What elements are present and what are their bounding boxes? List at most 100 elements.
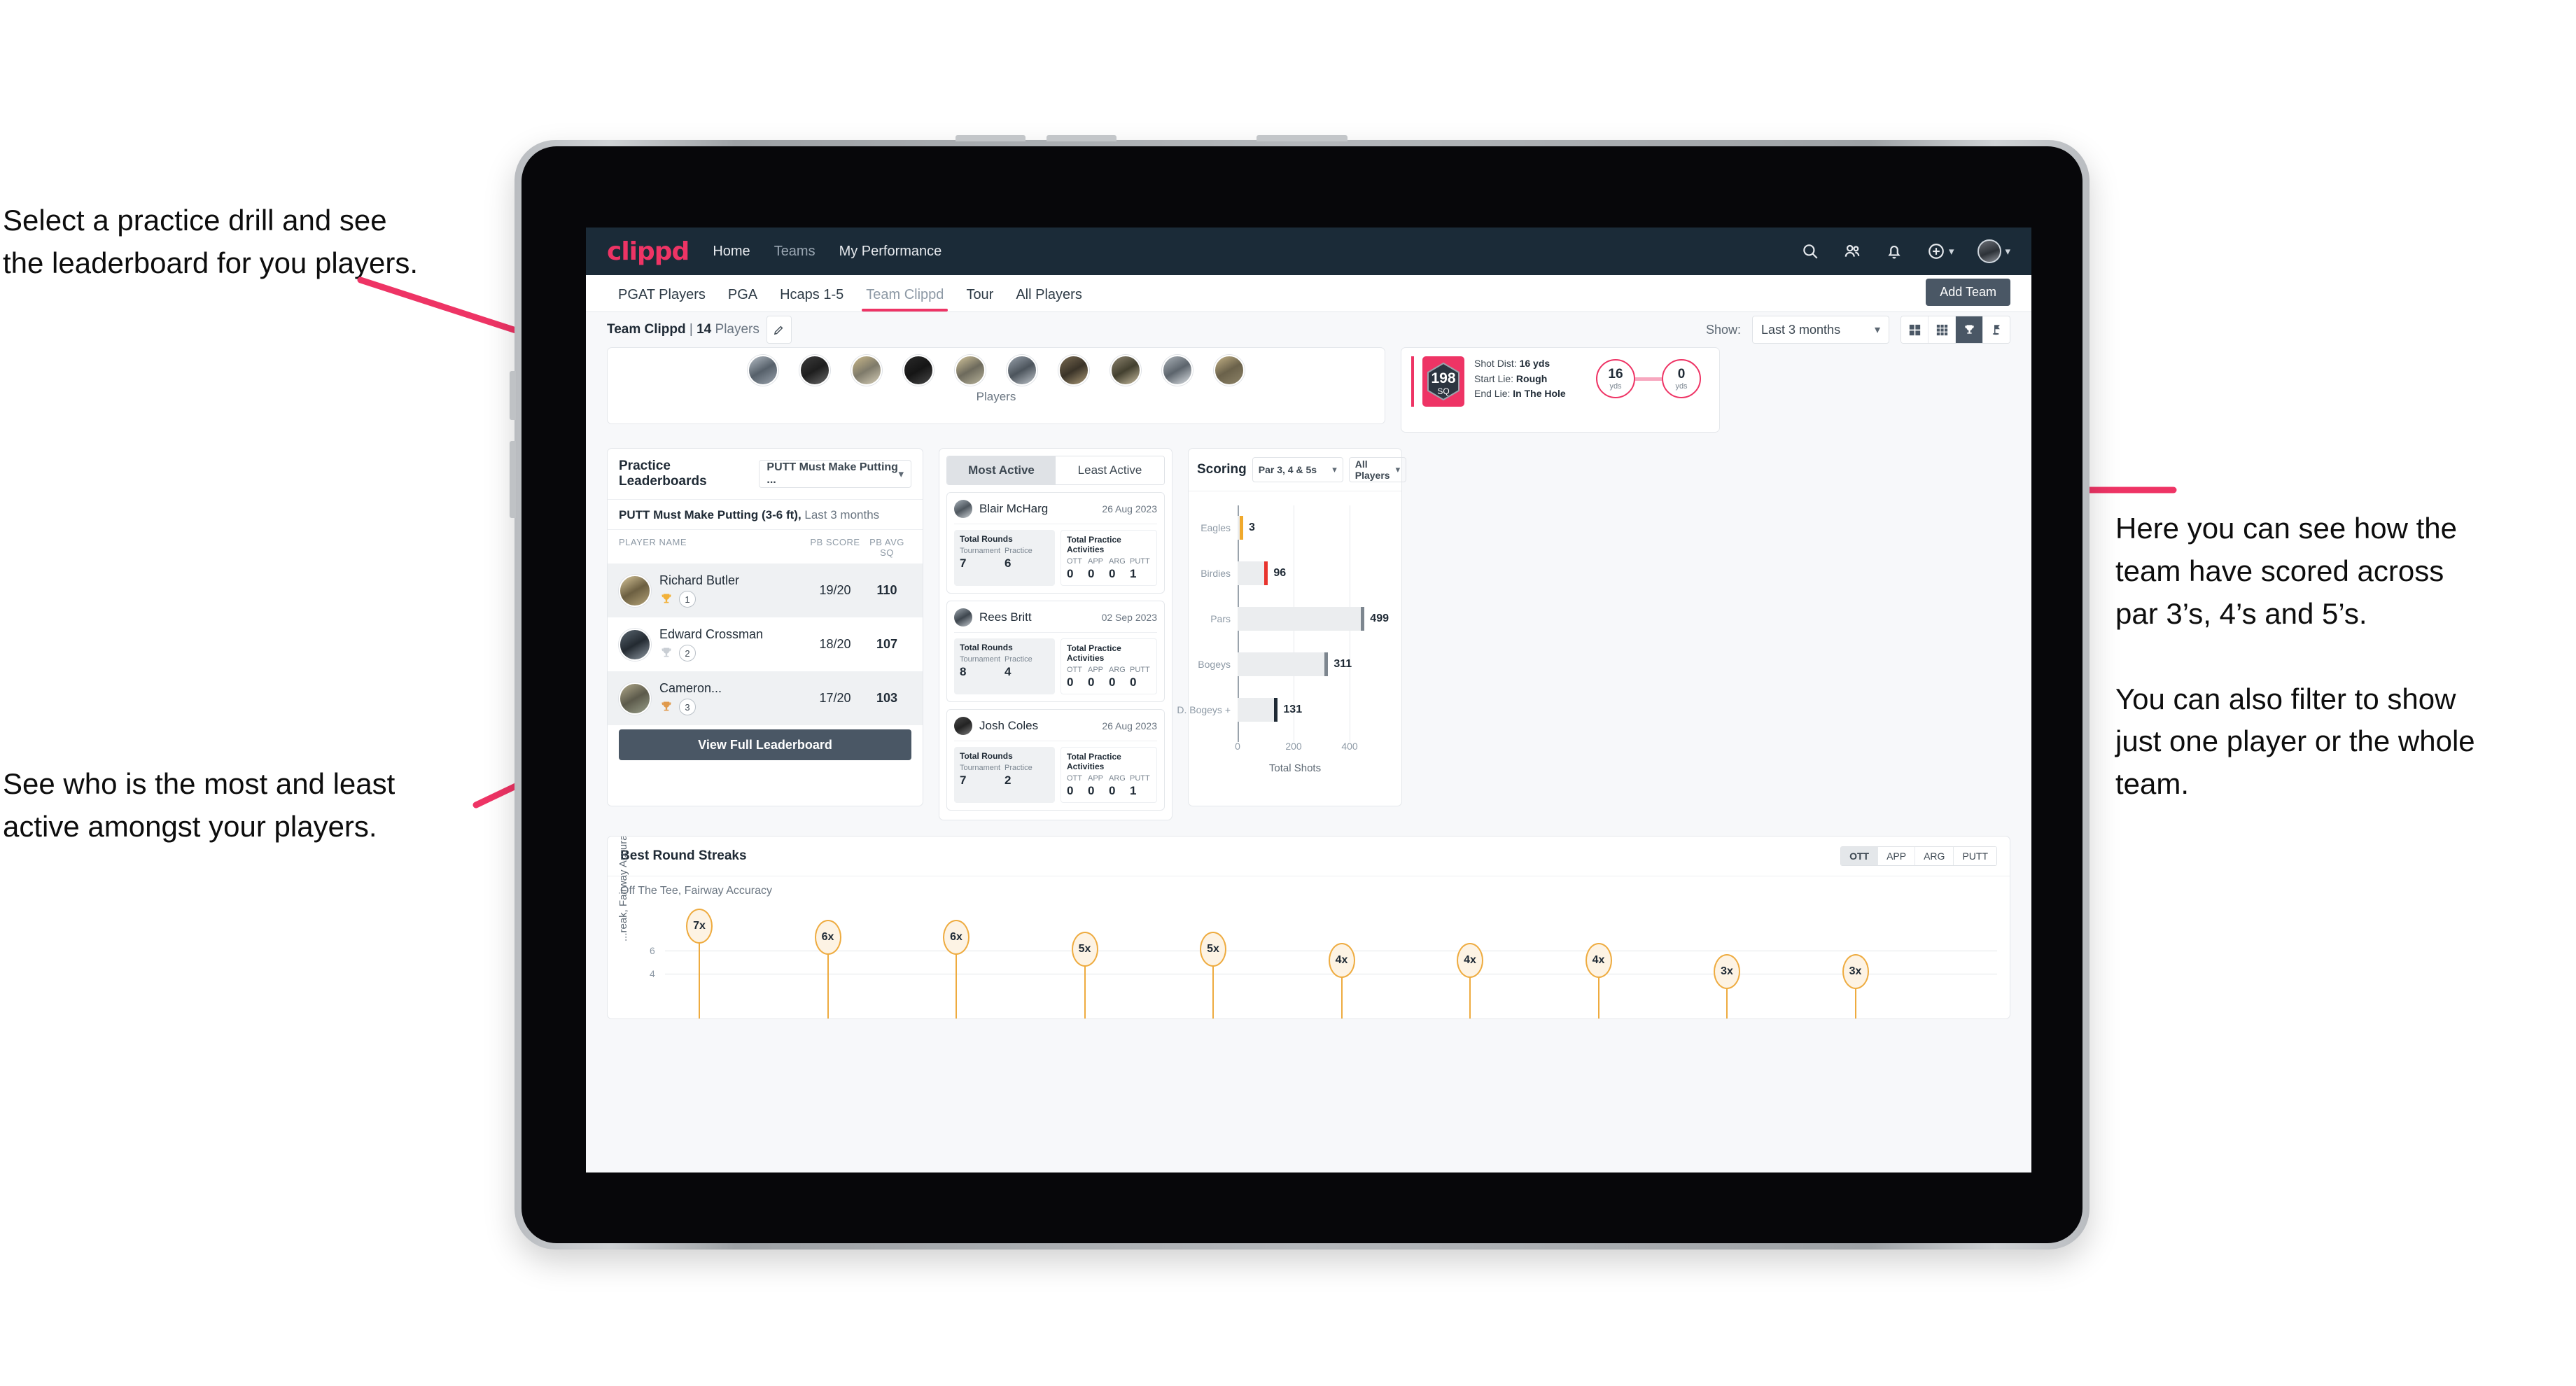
table-row[interactable]: Cameron... 3 17/20 103 [608, 671, 923, 725]
app-header: clippd Home Teams My Performance ▾ ▾ [586, 227, 2031, 275]
ott-label: OTT [1067, 774, 1082, 783]
drill-select[interactable]: PUTT Must Make Putting ... ▾ [759, 460, 911, 488]
practice-activities-title: Total Practice Activities [1067, 643, 1121, 663]
view-golf-flag-button[interactable] [1983, 316, 2010, 343]
player-avatar[interactable] [1007, 355, 1037, 386]
nav-teams[interactable]: Teams [774, 244, 816, 260]
side-button-2[interactable] [510, 441, 516, 518]
activity-player-card[interactable]: Blair McHarg 26 Aug 2023 Total Rounds To… [946, 492, 1165, 594]
bar-cap [1361, 607, 1365, 631]
player-avatar[interactable] [851, 355, 882, 386]
streak-point[interactable]: 6x [943, 920, 969, 955]
streak-point[interactable]: 5x [1071, 931, 1098, 967]
bar-value-label: 96 [1273, 567, 1287, 580]
people-icon[interactable] [1843, 242, 1861, 260]
streak-point[interactable]: 5x [1200, 931, 1226, 967]
putt-value: 1 [1130, 567, 1137, 580]
nav-home[interactable]: Home [713, 244, 750, 260]
streak-stem [1212, 962, 1214, 1018]
tab-least-active[interactable]: Least Active [1056, 456, 1164, 484]
tab-most-active[interactable]: Most Active [947, 456, 1056, 484]
streak-point[interactable]: 4x [1585, 942, 1612, 978]
player-avatar[interactable] [748, 355, 778, 386]
tab-pgat-players[interactable]: PGAT Players [607, 287, 717, 312]
bar-value-label: 131 [1283, 703, 1303, 715]
side-button-1[interactable] [510, 371, 516, 420]
bar-category-label: Pars [1210, 613, 1231, 624]
bell-icon[interactable] [1885, 242, 1903, 260]
activity-player-card[interactable]: Josh Coles 26 Aug 2023 Total Rounds Tour… [946, 709, 1165, 811]
edit-team-button[interactable] [766, 316, 792, 344]
bar-cap [1274, 697, 1278, 722]
clippd-logo[interactable]: clippd [607, 237, 690, 266]
date-range-select[interactable]: Last 3 months ▾ [1752, 316, 1889, 344]
power-button[interactable] [1256, 135, 1348, 141]
par-filter-select[interactable]: Par 3, 4 & 5s ▾ [1252, 457, 1343, 482]
app-screen: clippd Home Teams My Performance ▾ ▾ PGA… [586, 227, 2031, 1172]
search-icon[interactable] [1801, 242, 1819, 260]
tab-pga[interactable]: PGA [717, 287, 769, 312]
streak-tab-arg[interactable]: ARG [1915, 847, 1954, 865]
streak-point[interactable]: 3x [1842, 953, 1869, 989]
volume-button-1[interactable] [955, 135, 1026, 141]
tab-hcaps-1-5[interactable]: Hcaps 1-5 [769, 287, 855, 312]
streak-point[interactable]: 3x [1714, 953, 1740, 989]
plus-chevron-down-icon[interactable]: ▾ [1949, 245, 1954, 258]
team-separator: | [685, 322, 697, 337]
annotation-left-bottom: See who is the most and least active amo… [3, 767, 396, 843]
bar-category-label: Birdies [1200, 568, 1231, 580]
player-avatar[interactable] [1110, 355, 1141, 386]
streak-point[interactable]: 4x [1457, 942, 1483, 978]
table-row[interactable]: Edward Crossman 2 18/20 107 [608, 617, 923, 671]
distance-connector [1635, 377, 1662, 381]
practice-value: 2 [1004, 774, 1011, 787]
putt-label: PUTT [1130, 774, 1150, 783]
app-value: 0 [1088, 676, 1095, 689]
player-avatar[interactable] [1058, 355, 1089, 386]
table-row[interactable]: Richard Butler 1 19/20 110 [608, 564, 923, 617]
streak-stem [699, 939, 700, 1018]
practice-activities-title: Total Practice Activities [1067, 752, 1121, 771]
tournament-value: 8 [960, 665, 967, 678]
streak-tab-app[interactable]: APP [1878, 847, 1916, 865]
practice-activities-title: Total Practice Activities [1067, 535, 1121, 554]
pencil-icon [774, 326, 783, 335]
start-distance-value: 16 [1608, 366, 1623, 382]
add-team-button[interactable]: Add Team [1926, 279, 2010, 306]
section-tabs: PGAT Players PGA Hcaps 1-5 Team Clippd T… [586, 275, 2031, 312]
player-name: Blair McHarg [979, 502, 1049, 515]
player-avatar[interactable] [1214, 355, 1245, 386]
plus-circle-icon[interactable] [1927, 242, 1945, 260]
arg-label: ARG [1109, 774, 1126, 783]
chart-bar-row: Birdies 96 [1200, 561, 1389, 586]
view-full-leaderboard-button[interactable]: View Full Leaderboard [619, 729, 911, 760]
player-avatar[interactable] [955, 355, 986, 386]
tab-all-players[interactable]: All Players [1004, 287, 1093, 312]
nav-my-performance[interactable]: My Performance [839, 244, 942, 260]
player-filter-select[interactable]: All Players ▾ [1348, 457, 1407, 482]
trophy-icon [662, 648, 671, 657]
activity-player-card[interactable]: Rees Britt 02 Sep 2023 Total Rounds Tour… [946, 601, 1165, 702]
tab-tour[interactable]: Tour [955, 287, 1004, 312]
streak-point[interactable]: 7x [686, 909, 713, 944]
player-name: Edward Crossman [659, 627, 764, 641]
view-grid-2x2-button[interactable] [1901, 316, 1928, 343]
scoring-chart: 0 200 400 Eagles 3 Birdies 96 Pars 499 Bogeys 311 D… [1177, 491, 1401, 802]
user-chevron-down-icon[interactable]: ▾ [2005, 245, 2010, 258]
user-avatar[interactable] [1977, 239, 2002, 263]
view-grid-3x3-button[interactable] [1928, 316, 1956, 343]
streak-tab-putt[interactable]: PUTT [1954, 847, 1996, 865]
player-avatar[interactable] [1162, 355, 1193, 386]
streak-point[interactable]: 4x [1328, 942, 1355, 978]
arg-label: ARG [1109, 557, 1126, 566]
streak-point[interactable]: 6x [814, 920, 841, 955]
player-avatar[interactable] [799, 355, 830, 386]
volume-button-2[interactable] [1046, 135, 1116, 141]
view-trophy-button[interactable] [1956, 316, 1983, 343]
player-avatar[interactable] [903, 355, 934, 386]
tab-team-clippd[interactable]: Team Clippd [855, 287, 955, 312]
bar-cap [1264, 561, 1268, 586]
avatar [619, 574, 651, 607]
streak-tab-ott[interactable]: OTT [1841, 847, 1879, 865]
streaks-title: Best Round Streaks [620, 848, 747, 863]
